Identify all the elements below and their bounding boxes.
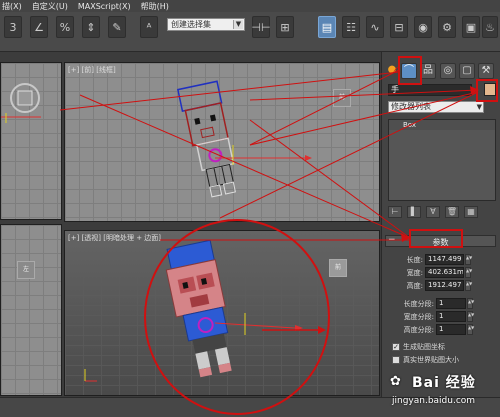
object-color-swatch[interactable] bbox=[484, 83, 496, 96]
utilities-icon[interactable]: ⚒ bbox=[478, 63, 494, 79]
menu-item-customize[interactable]: 自定义(U) bbox=[32, 1, 68, 12]
motion-icon[interactable]: ◎ bbox=[440, 63, 456, 79]
chevron-down-icon: ▼ bbox=[476, 103, 482, 111]
modify-icon[interactable]: ⌒ bbox=[401, 63, 417, 79]
show-end-result-icon[interactable]: ▌ bbox=[407, 206, 421, 218]
front-wireframe-character bbox=[176, 80, 312, 198]
named-selection-set-dropdown[interactable]: 创建选择集 ▼ bbox=[167, 18, 245, 31]
param-height-segs: 高度分段: 1 ▲▼ bbox=[385, 324, 496, 336]
width-input[interactable]: 402.631m bbox=[425, 267, 464, 278]
watermark-url: jingyan.baidu.com bbox=[392, 396, 476, 406]
configure-sets-icon[interactable]: ▦ bbox=[464, 206, 478, 218]
width-segs-input[interactable]: 1 bbox=[436, 311, 466, 322]
menu-item-render[interactable]: 描(X) bbox=[2, 1, 22, 12]
curve-editor-icon[interactable]: ∿ bbox=[366, 16, 384, 38]
real-world-map-size-option[interactable]: 真实世界贴图大小 bbox=[392, 354, 492, 365]
stack-item-box[interactable]: Box bbox=[389, 120, 495, 130]
viewcube-left[interactable]: 左 bbox=[17, 261, 35, 279]
height-segs-input[interactable]: 1 bbox=[436, 324, 466, 335]
main-toolbar: 3 ∠ % ⇕ ✎ ᴬ 创建选择集 ▼ ⊣⊢ ⊞ ▤ ☷ ∿ ⊟ ◉ ⚙ ▣ ♨ bbox=[0, 12, 500, 52]
display-icon[interactable]: ▢ bbox=[459, 63, 475, 79]
chevron-down-icon: ▼ bbox=[233, 20, 243, 29]
real-world-map-size-checkbox[interactable] bbox=[392, 355, 400, 364]
render-frame-icon[interactable]: ▣ bbox=[462, 16, 480, 38]
spinner-icon[interactable]: ▲▼ bbox=[467, 324, 474, 335]
checkbox-label: 生成贴图坐标 bbox=[403, 342, 445, 351]
length-segs-input[interactable]: 1 bbox=[436, 298, 466, 309]
create-icon[interactable]: ● bbox=[384, 63, 400, 79]
viewport-top-left[interactable] bbox=[0, 62, 62, 220]
mirror-icon[interactable]: ⊣⊢ bbox=[251, 16, 271, 38]
modifier-stack[interactable]: Box bbox=[388, 119, 496, 201]
spinner-icon[interactable]: ▲▼ bbox=[467, 298, 474, 309]
menu-item-maxscript[interactable]: MAXScript(X) bbox=[78, 2, 131, 11]
checkbox-label: 真实世界贴图大小 bbox=[403, 355, 459, 364]
selection-set-label: 创建选择集 bbox=[171, 20, 211, 29]
modifier-list-dropdown[interactable]: 修改器列表 ▼ bbox=[388, 101, 484, 113]
edit-named-selection-icon[interactable]: ✎ bbox=[108, 16, 126, 38]
spinner-snap-icon[interactable]: ⇕ bbox=[82, 16, 100, 38]
spinner-icon[interactable]: ▲▼ bbox=[465, 280, 472, 291]
stack-toolbar: ⊢ ▌ ∀ 🗑 ▦ bbox=[388, 205, 496, 219]
watermark-text: Bai 经验 bbox=[412, 375, 476, 391]
layer-manager-icon[interactable]: ▤ bbox=[318, 16, 336, 38]
remove-modifier-icon[interactable]: 🗑 bbox=[445, 206, 459, 218]
abc-icon[interactable]: ᴬ bbox=[140, 16, 158, 38]
gen-mapping-coords-checkbox[interactable]: ✓ bbox=[392, 342, 400, 351]
param-height: 高度: 1912.497 ▲▼ bbox=[385, 280, 496, 292]
spinner-icon[interactable]: ▲▼ bbox=[465, 254, 472, 265]
render-setup-icon[interactable]: ⚙ bbox=[438, 16, 456, 38]
length-input[interactable]: 1147.499 bbox=[425, 254, 464, 265]
viewport-perspective[interactable]: [+] [透视] [明暗处理 + 边面] 前 bbox=[64, 230, 380, 396]
viewcube-ring bbox=[1, 83, 41, 123]
scene-explorer-icon[interactable]: ☷ bbox=[342, 16, 360, 38]
viewport-bottom-left[interactable]: 左 bbox=[0, 224, 62, 396]
spinner-icon[interactable]: ▲▼ bbox=[465, 267, 472, 278]
pin-stack-icon[interactable]: ⊢ bbox=[388, 206, 402, 218]
render-teapot-icon[interactable]: ♨ bbox=[482, 16, 498, 38]
material-editor-icon[interactable]: ◉ bbox=[414, 16, 432, 38]
param-label: 长度分段: bbox=[403, 300, 434, 308]
parameters-rollout-header[interactable]: − 参数 bbox=[385, 235, 496, 247]
percent-snap-icon[interactable]: % bbox=[56, 16, 74, 38]
param-label: 高度分段: bbox=[403, 326, 434, 334]
param-length-segs: 长度分段: 1 ▲▼ bbox=[385, 298, 496, 310]
viewport-front[interactable]: [+] [前] [线框] 前 bbox=[64, 62, 380, 222]
param-length: 长度: 1147.499 ▲▼ bbox=[385, 254, 496, 266]
align-icon[interactable]: ⊞ bbox=[276, 16, 294, 38]
param-label: 高度: bbox=[406, 282, 423, 290]
menu-item-help[interactable]: 帮助(H) bbox=[141, 1, 169, 12]
modifier-list-label: 修改器列表 bbox=[391, 102, 431, 111]
param-width-segs: 宽度分段: 1 ▲▼ bbox=[385, 311, 496, 323]
angle-snap-icon[interactable]: ∠ bbox=[30, 16, 48, 38]
height-input[interactable]: 1912.497 bbox=[425, 280, 464, 291]
param-label: 宽度: bbox=[406, 269, 423, 277]
param-label: 长度: bbox=[406, 256, 423, 264]
snap-toggle-icon[interactable]: 3 bbox=[4, 16, 22, 38]
hierarchy-icon[interactable]: 品 bbox=[420, 63, 436, 79]
perspective-character bbox=[84, 239, 303, 382]
spinner-icon[interactable]: ▲▼ bbox=[467, 311, 474, 322]
param-label: 宽度分段: bbox=[403, 313, 434, 321]
menu-bar: 描(X) 自定义(U) MAXScript(X) 帮助(H) bbox=[0, 0, 500, 12]
baidu-watermark: ✿ Bai 经验 jingyan.baidu.com bbox=[388, 372, 498, 412]
param-width: 宽度: 402.631m ▲▼ bbox=[385, 267, 496, 279]
baidu-paw-icon: ✿ bbox=[390, 374, 401, 389]
rollout-title: 参数 bbox=[432, 238, 449, 247]
make-unique-icon[interactable]: ∀ bbox=[426, 206, 440, 218]
gen-mapping-coords-option[interactable]: ✓ 生成贴图坐标 bbox=[392, 341, 492, 352]
object-name-field[interactable]: 手 bbox=[388, 84, 472, 96]
schematic-view-icon[interactable]: ⊟ bbox=[390, 16, 408, 38]
